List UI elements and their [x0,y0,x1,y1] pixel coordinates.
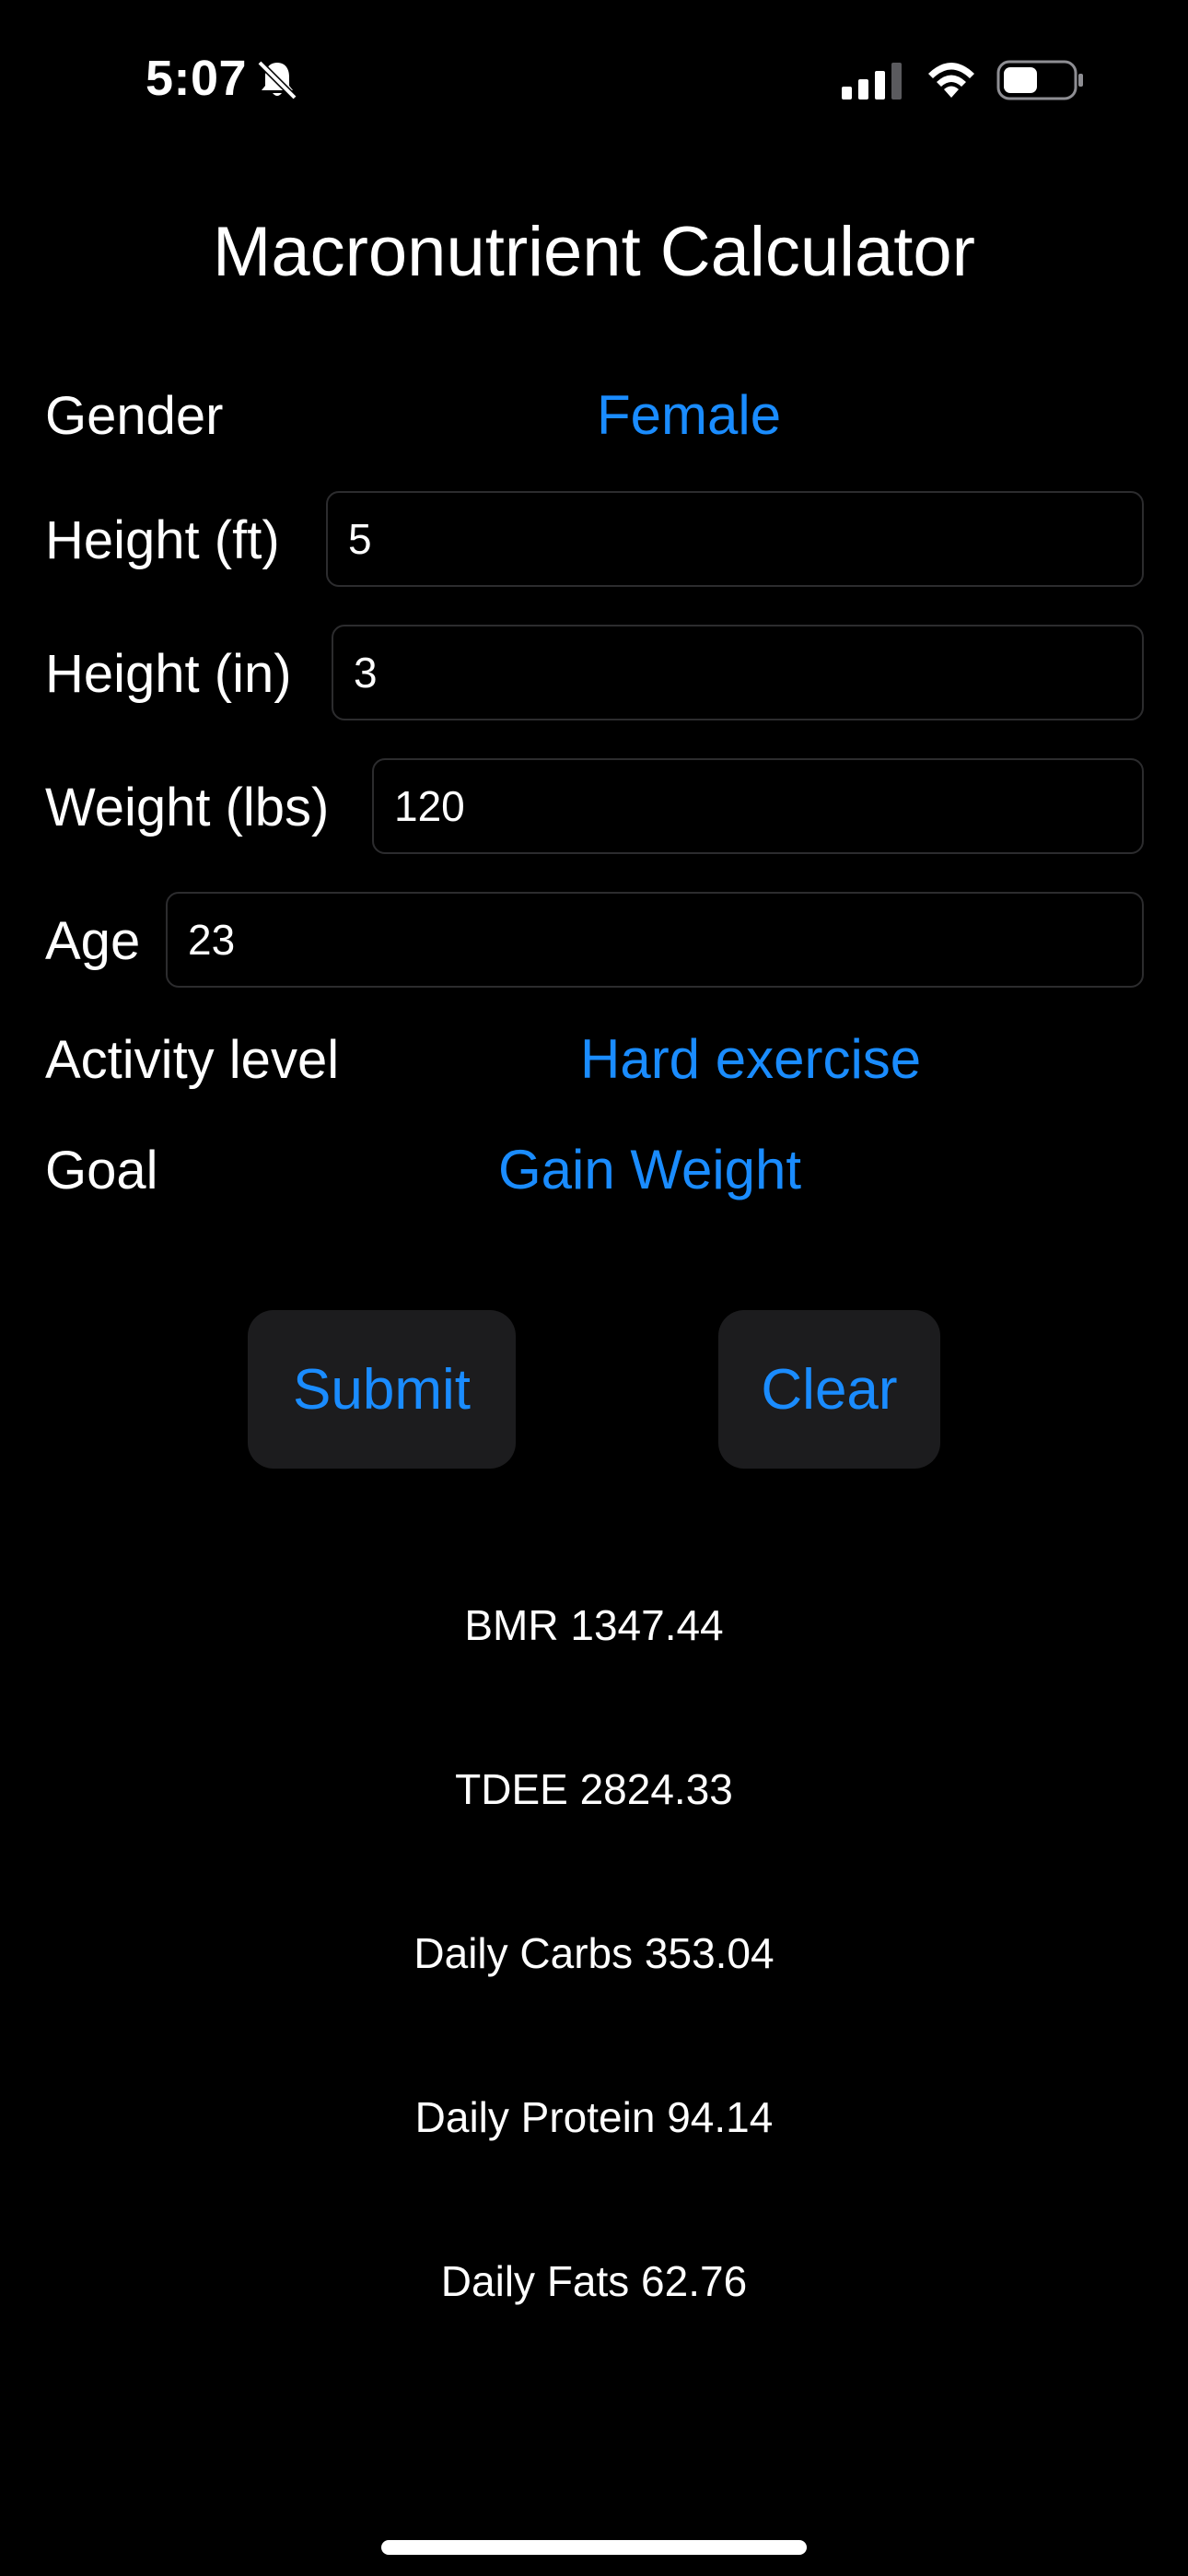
activity-picker[interactable]: Hard exercise [580,1027,921,1091]
height-ft-field[interactable]: 5 [326,491,1144,587]
protein-result: Daily Protein 94.14 [414,2093,774,2141]
page-title: Macronutrient Calculator [213,213,975,291]
submit-button[interactable]: Submit [248,1310,516,1469]
screen: 5:07 Macronutrient Calculator Gender Fem… [0,0,1188,2576]
height-in-field[interactable]: 3 [332,625,1144,720]
weight-value: 120 [394,782,465,830]
activity-label: Activity level [45,1030,340,1090]
age-field[interactable]: 23 [166,892,1144,988]
clear-button[interactable]: Clear [718,1310,940,1469]
height-ft-value: 5 [348,515,372,563]
height-in-value: 3 [354,649,378,697]
height-in-label: Height (in) [45,644,292,704]
weight-field[interactable]: 120 [372,758,1144,854]
height-ft-label: Height (ft) [45,510,280,570]
bell-slash-icon [257,60,297,100]
goal-picker[interactable]: Gain Weight [498,1138,801,1201]
age-label: Age [45,911,141,971]
home-indicator[interactable] [381,2540,807,2555]
cellular-signal-icon [842,63,902,100]
gender-picker[interactable]: Female [597,383,781,447]
carbs-result: Daily Carbs 353.04 [413,1929,775,1977]
tdee-result: TDEE 2824.33 [455,1765,733,1813]
bmr-result: BMR 1347.44 [464,1601,724,1649]
gender-label: Gender [45,386,224,446]
goal-label: Goal [45,1141,158,1200]
status-time: 5:07 [146,51,248,106]
weight-label: Weight (lbs) [45,778,330,837]
fats-result: Daily Fats 62.76 [440,2257,748,2305]
battery-icon [996,60,1083,100]
age-value: 23 [188,916,236,964]
wifi-icon [928,63,974,98]
